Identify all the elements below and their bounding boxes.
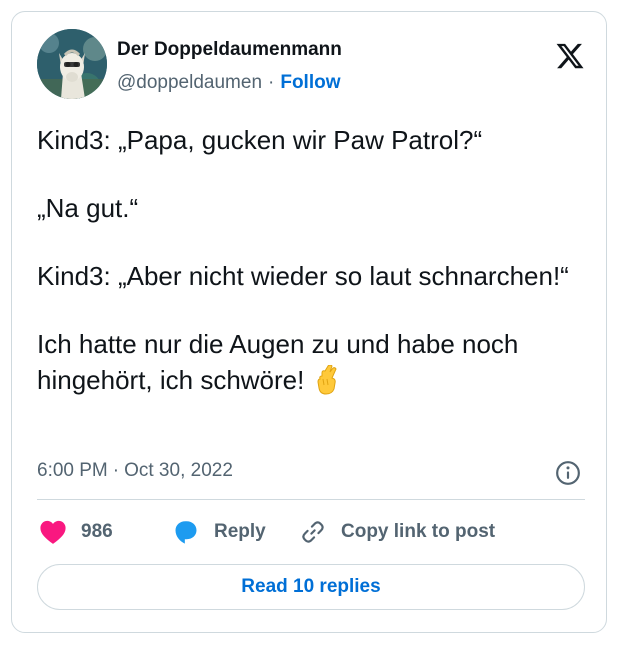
speech-bubble-icon xyxy=(175,521,197,544)
action-bar: 986 Reply Copy link to post xyxy=(37,516,597,548)
read-replies-button[interactable]: Read 10 replies xyxy=(37,564,585,610)
tweet-date: Oct 30, 2022 xyxy=(124,460,233,481)
link-icon xyxy=(302,521,324,543)
x-logo-icon[interactable] xyxy=(555,41,585,71)
tweet-paragraph: „Na gut.“ xyxy=(37,193,139,223)
crossed-fingers-emoji-icon xyxy=(317,365,337,395)
tweet-time: 6:00 PM xyxy=(37,460,108,481)
copy-link-label: Copy link to post xyxy=(341,521,496,542)
avatar-image xyxy=(37,29,107,99)
tweet-paragraph: Ich hatte nur die Augen zu und habe noch… xyxy=(37,329,519,395)
tweet-paragraph: Kind3: „Aber nicht wieder so laut schnar… xyxy=(37,261,569,291)
tweet-paragraph-last: Ich hatte nur die Augen zu und habe noch… xyxy=(37,326,577,398)
avatar[interactable] xyxy=(37,29,107,99)
author-name[interactable]: Der Doppeldaumenmann xyxy=(117,39,342,61)
follow-button[interactable]: Follow xyxy=(280,72,340,93)
handle-separator: · xyxy=(268,72,275,93)
copy-link-button[interactable]: Copy link to post xyxy=(299,516,495,548)
info-icon[interactable] xyxy=(555,460,581,486)
tweet-paragraph: Kind3: „Papa, gucken wir Paw Patrol?“ xyxy=(37,125,483,155)
like-count: 986 xyxy=(81,521,113,542)
reply-button[interactable]: Reply xyxy=(172,516,266,548)
divider xyxy=(37,499,585,500)
tweet-card: Der Doppeldaumenmann @doppeldaumen · Follo… xyxy=(11,11,607,633)
author-handle[interactable]: @doppeldaumen xyxy=(117,72,262,93)
heart-icon xyxy=(40,520,66,544)
like-button[interactable]: 986 xyxy=(39,516,113,548)
reply-label: Reply xyxy=(214,521,266,542)
tweet-text: Kind3: „Papa, gucken wir Paw Patrol?“ „N… xyxy=(37,122,577,398)
time-separator: · xyxy=(112,460,120,481)
tweet-timestamp[interactable]: 6:00 PM · Oct 30, 2022 xyxy=(37,460,233,482)
author-meta: @doppeldaumen · Follow xyxy=(117,72,341,94)
